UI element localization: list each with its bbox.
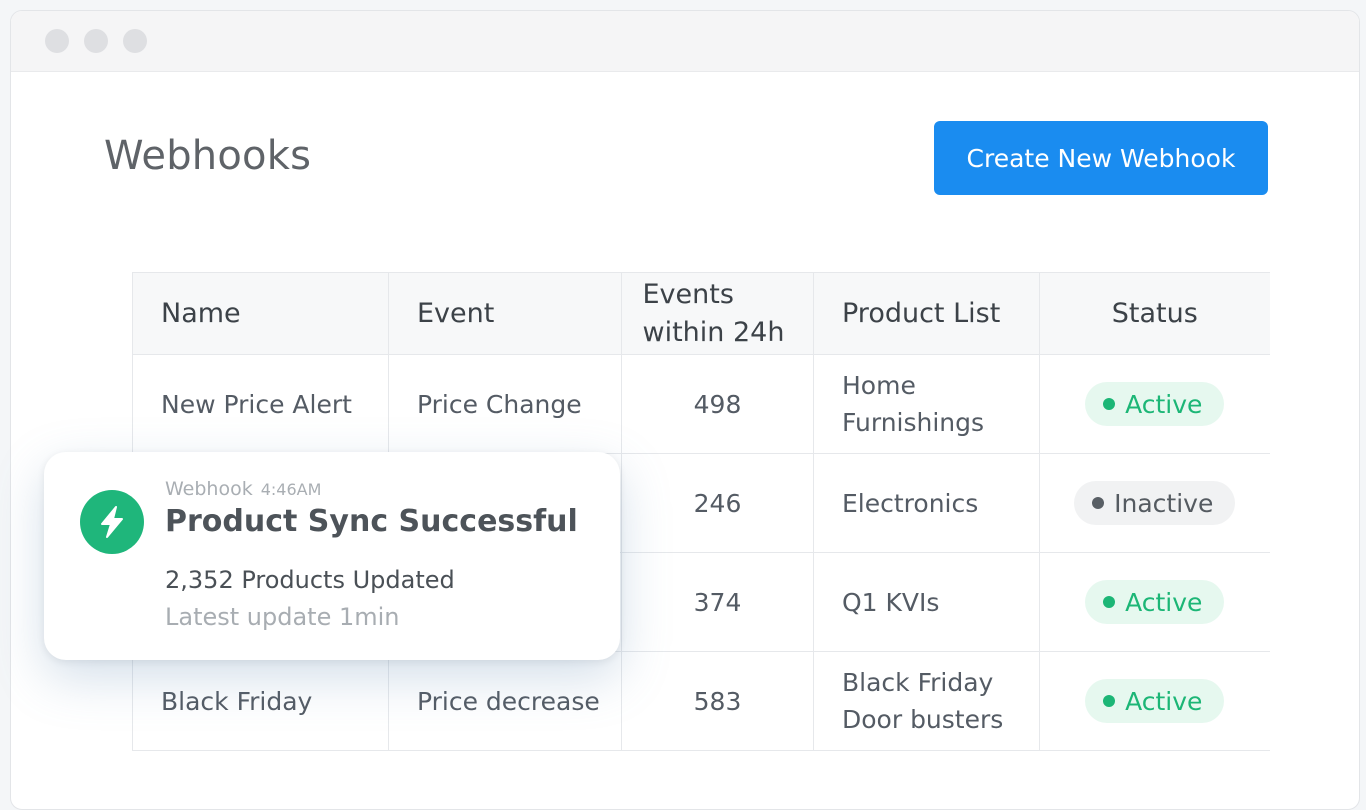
status-dot-icon — [1103, 695, 1116, 707]
window-minimize-dot[interactable] — [84, 29, 108, 53]
cell-product-list-text: Black Friday Door busters — [842, 668, 1004, 734]
column-header-product-list[interactable]: Product List — [813, 272, 1040, 355]
cell-count: 246 — [621, 453, 814, 553]
status-dot-icon — [1103, 398, 1116, 410]
cell-count: 498 — [621, 354, 814, 454]
column-header-events-24h-label: Events within 24h — [642, 278, 785, 348]
status-badge-label: Active — [1125, 587, 1203, 617]
status-badge-label: Inactive — [1114, 488, 1214, 518]
cell-count: 374 — [621, 552, 814, 652]
toast-source: Webhook — [165, 478, 253, 500]
status-dot-icon — [1092, 497, 1105, 509]
window-titlebar — [11, 11, 1359, 72]
column-header-status[interactable]: Status — [1039, 272, 1270, 355]
cell-event: Price decrease — [388, 651, 622, 751]
lightning-bolt-icon — [80, 490, 144, 554]
lightning-bolt-glyph — [101, 506, 123, 538]
cell-status: Inactive — [1039, 453, 1270, 553]
cell-status: Active — [1039, 552, 1270, 652]
status-badge-label: Active — [1125, 389, 1203, 419]
status-badge-label: Active — [1125, 686, 1203, 716]
cell-product-list-text: Home Furnishings — [842, 371, 985, 437]
cell-count: 583 — [621, 651, 814, 751]
column-header-events-24h[interactable]: Events within 24h — [621, 272, 814, 355]
window-close-dot[interactable] — [45, 29, 69, 53]
status-badge: Active — [1085, 580, 1225, 624]
status-dot-icon — [1103, 596, 1116, 608]
table-header-row: Name Event Events within 24h Product Lis… — [132, 272, 1270, 355]
toast-title: Product Sync Successful — [165, 504, 578, 539]
cell-name: Black Friday — [132, 651, 389, 751]
toast-time: 4:46AM — [260, 480, 322, 499]
cell-product-list: Home Furnishings — [813, 354, 1040, 454]
cell-product-list: Q1 KVIs — [813, 552, 1040, 652]
create-webhook-button[interactable]: Create New Webhook — [934, 121, 1268, 195]
sync-notification-toast[interactable]: Webhook 4:46AM Product Sync Successful 2,… — [44, 452, 620, 660]
cell-event: Price Change — [388, 354, 622, 454]
cell-product-list: Black Friday Door busters — [813, 651, 1040, 751]
cell-name: New Price Alert — [132, 354, 389, 454]
cell-product-list: Electronics — [813, 453, 1040, 553]
column-header-name[interactable]: Name — [132, 272, 389, 355]
cell-status: Active — [1039, 354, 1270, 454]
page-title: Webhooks — [104, 133, 312, 179]
toast-products-updated: 2,352 Products Updated — [165, 566, 455, 594]
table-row[interactable]: Black Friday Price decrease 583 Black Fr… — [132, 651, 1270, 751]
column-header-event[interactable]: Event — [388, 272, 622, 355]
status-badge: Active — [1085, 679, 1225, 723]
toast-meta: Webhook 4:46AM — [165, 478, 321, 500]
cell-status: Active — [1039, 651, 1270, 751]
table-row[interactable]: New Price Alert Price Change 498 Home Fu… — [132, 354, 1270, 454]
status-badge: Inactive — [1074, 481, 1236, 525]
window-maximize-dot[interactable] — [123, 29, 147, 53]
status-badge: Active — [1085, 382, 1225, 426]
toast-latest-update: Latest update 1min — [165, 603, 400, 631]
